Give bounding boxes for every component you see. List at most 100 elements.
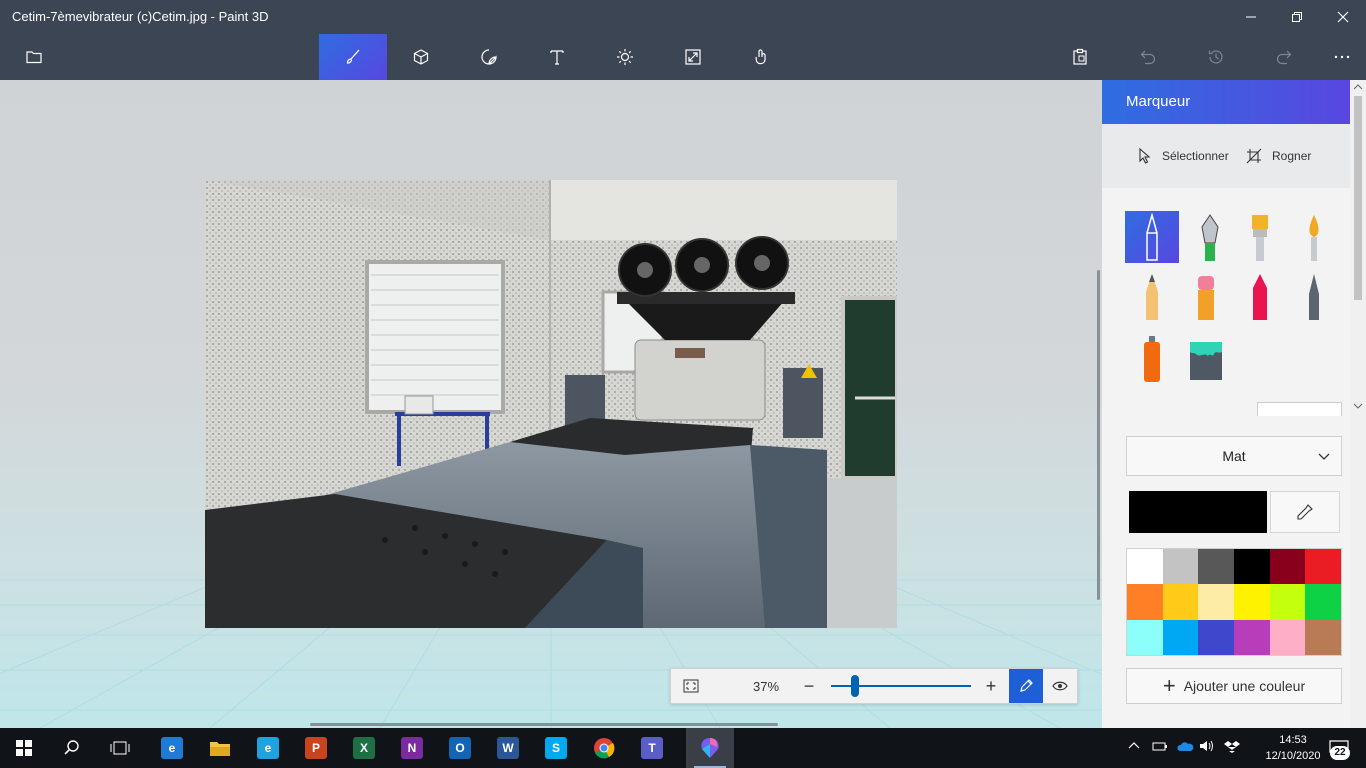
3d-library-tab[interactable] <box>727 34 795 80</box>
close-button[interactable] <box>1320 0 1366 34</box>
eyedropper-button[interactable] <box>1270 491 1340 533</box>
title-bar: Cetim-7èmevibrateur (c)Cetim.jpg - Paint… <box>0 0 1366 34</box>
brush-oil[interactable] <box>1233 211 1287 263</box>
brush-pixel-pen[interactable] <box>1287 270 1341 322</box>
cube-icon <box>413 49 429 65</box>
add-color-label: Ajouter une couleur <box>1183 678 1306 694</box>
paste-button[interactable] <box>1046 34 1114 80</box>
undo-icon <box>1140 50 1156 65</box>
clock[interactable]: 14:53 12/10/2020 <box>1262 732 1324 764</box>
3d-shapes-tab[interactable] <box>387 34 455 80</box>
canvas-workspace[interactable]: 37% − + <box>0 80 1102 728</box>
color-swatch[interactable] <box>1162 584 1199 620</box>
sun-icon <box>617 49 633 65</box>
taskbar-file-explorer[interactable] <box>196 728 244 768</box>
history-button[interactable] <box>1182 34 1250 80</box>
current-color-swatch[interactable] <box>1129 491 1267 533</box>
brush-spray-can[interactable] <box>1125 332 1179 384</box>
color-swatch[interactable] <box>1269 584 1306 620</box>
view-mode-button[interactable] <box>1043 669 1077 703</box>
color-swatch[interactable] <box>1127 584 1163 620</box>
taskbar-internet-explorer[interactable]: e <box>244 728 292 768</box>
dropbox-tray[interactable] <box>1224 740 1240 757</box>
image-canvas[interactable] <box>205 180 897 628</box>
color-swatch[interactable] <box>1305 549 1341 585</box>
color-swatch[interactable] <box>1305 619 1341 655</box>
finish-value: Mat <box>1222 448 1246 464</box>
taskbar-onenote[interactable]: N <box>388 728 436 768</box>
add-color-button[interactable]: + Ajouter une couleur <box>1126 668 1342 704</box>
pen-mode-button[interactable] <box>1009 669 1043 703</box>
menu-button[interactable] <box>0 34 68 80</box>
restore-button[interactable] <box>1274 0 1320 34</box>
panel-scrollbar-thumb[interactable] <box>1354 96 1362 300</box>
color-swatch[interactable] <box>1198 584 1234 620</box>
battery-tray[interactable] <box>1152 740 1168 755</box>
color-swatch[interactable] <box>1162 619 1199 655</box>
taskbar-powerpoint[interactable]: P <box>292 728 340 768</box>
color-swatch[interactable] <box>1234 549 1270 585</box>
thickness-input-partial[interactable] <box>1257 402 1342 416</box>
brush-pencil[interactable] <box>1125 270 1179 322</box>
brush-eraser[interactable] <box>1179 270 1233 322</box>
panel-actions: Sélectionner Rogner <box>1102 124 1350 188</box>
taskbar-task-view[interactable] <box>96 728 144 768</box>
clock-date: 12/10/2020 <box>1265 750 1321 762</box>
brush-calligraphy-pen[interactable] <box>1183 211 1237 263</box>
text-icon <box>550 50 564 65</box>
onedrive-tray[interactable] <box>1176 740 1194 755</box>
select-button[interactable]: Sélectionner <box>1138 148 1229 164</box>
color-swatch[interactable] <box>1127 619 1163 655</box>
color-swatch[interactable] <box>1234 584 1270 620</box>
finish-dropdown[interactable]: Mat <box>1126 436 1342 476</box>
skype-icon: S <box>545 737 567 759</box>
zoom-out-button[interactable]: − <box>789 669 829 703</box>
taskbar-chrome[interactable] <box>580 728 628 768</box>
stickers-tab[interactable] <box>455 34 523 80</box>
taskbar-search[interactable] <box>48 728 96 768</box>
color-swatch[interactable] <box>1234 619 1270 655</box>
brush-crayon[interactable] <box>1233 270 1287 322</box>
volume-tray[interactable] <box>1199 740 1215 755</box>
spray-can-icon <box>1144 336 1160 382</box>
brush-fill[interactable] <box>1179 332 1233 384</box>
taskbar-teams[interactable]: T <box>628 728 676 768</box>
history-icon <box>1208 50 1223 64</box>
taskbar-excel[interactable]: X <box>340 728 388 768</box>
tray-chevron[interactable] <box>1128 740 1140 755</box>
canvas-tab[interactable] <box>659 34 727 80</box>
color-swatch[interactable] <box>1198 619 1234 655</box>
more-button[interactable] <box>1308 34 1366 80</box>
color-swatch[interactable] <box>1305 584 1341 620</box>
taskbar-word[interactable]: W <box>484 728 532 768</box>
minimize-button[interactable] <box>1228 0 1274 34</box>
brushes-tab[interactable] <box>319 34 387 80</box>
panel-title: Marqueur <box>1126 93 1191 110</box>
brush-watercolor[interactable] <box>1287 211 1341 263</box>
undo-button[interactable] <box>1114 34 1182 80</box>
effects-tab[interactable] <box>591 34 659 80</box>
color-swatch[interactable] <box>1162 549 1199 585</box>
calligraphy-pen-icon <box>1201 214 1219 261</box>
color-swatch[interactable] <box>1127 549 1163 585</box>
text-tab[interactable] <box>523 34 591 80</box>
color-swatch[interactable] <box>1198 549 1234 585</box>
brush-marker[interactable] <box>1125 211 1179 263</box>
zoom-in-button[interactable]: + <box>971 669 1011 703</box>
taskbar-edge[interactable]: e <box>148 728 196 768</box>
taskbar-paint-3d[interactable] <box>686 728 734 768</box>
color-swatch[interactable] <box>1269 619 1306 655</box>
more-icon <box>1334 55 1350 59</box>
pencil-icon <box>1020 679 1033 692</box>
canvas-horizontal-scrollbar[interactable] <box>310 723 778 726</box>
windows-icon <box>16 740 32 756</box>
color-swatch[interactable] <box>1269 549 1306 585</box>
fit-view-button[interactable] <box>671 669 711 703</box>
taskbar-start[interactable] <box>0 728 48 768</box>
zoom-slider-thumb[interactable] <box>850 675 859 697</box>
taskbar-outlook[interactable]: O <box>436 728 484 768</box>
crop-button[interactable]: Rogner <box>1246 148 1311 164</box>
taskbar-skype[interactable]: S <box>532 728 580 768</box>
canvas-vertical-scrollbar[interactable] <box>1097 270 1100 600</box>
panel-scrollbar[interactable] <box>1350 80 1366 728</box>
